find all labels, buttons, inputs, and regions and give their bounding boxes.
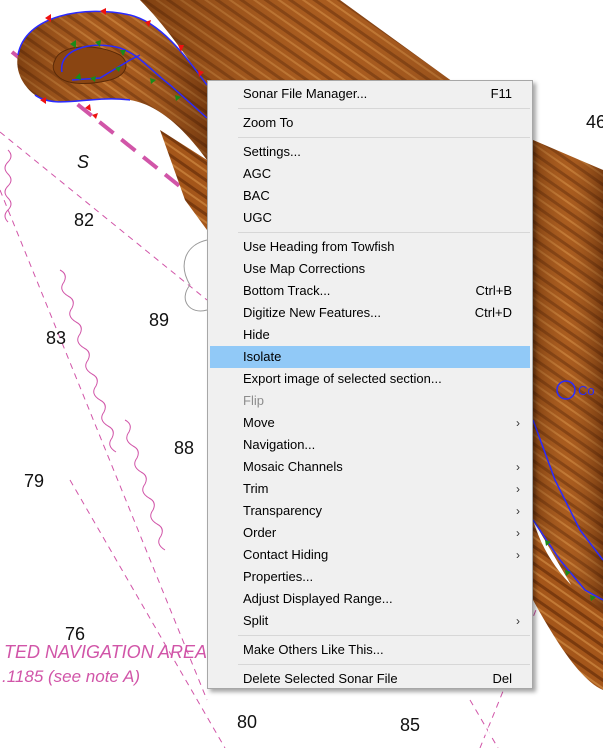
menu-item-label: Settings... [243,144,301,159]
menu-item-label: Trim [243,481,269,496]
restricted-area-note: .1185 (see note A) [2,667,140,686]
menu-item-label: Delete Selected Sonar File [243,671,398,686]
depth-label: 76 [65,624,85,644]
submenu-arrow-icon: › [516,614,520,628]
menu-item-contact-hiding[interactable]: Contact Hiding › [210,544,530,566]
depth-label: 82 [74,210,94,230]
menu-item-use-heading-from-towfish[interactable]: Use Heading from Towfish [210,236,530,258]
context-menu: Sonar File Manager... F11 Zoom To Setting… [207,80,533,689]
menu-item-label: Properties... [243,569,314,584]
menu-separator [238,108,530,109]
menu-item-split[interactable]: Split › [210,610,530,632]
seabed-letter: S [77,152,89,172]
menu-item-mosaic-channels[interactable]: Mosaic Channels › [210,456,530,478]
menu-item-digitize-new-features[interactable]: Digitize New Features... Ctrl+D [210,302,530,324]
menu-item-adjust-displayed-range[interactable]: Adjust Displayed Range... [210,588,530,610]
menu-item-shortcut: Ctrl+B [475,283,512,298]
menu-item-label: Move [243,415,275,430]
depth-label: 80 [237,712,257,732]
submenu-arrow-icon: › [516,482,520,496]
menu-item-label: Contact Hiding [243,547,329,562]
menu-item-label: Order [243,525,277,540]
menu-item-shortcut: Ctrl+D [474,305,512,320]
menu-item-label: Use Heading from Towfish [243,239,395,254]
menu-item-delete-selected-sonar-file[interactable]: Delete Selected Sonar File Del [210,668,530,690]
menu-item-label: Digitize New Features... [243,305,381,320]
menu-separator [238,137,530,138]
menu-item-agc[interactable]: AGC [210,163,530,185]
menu-item-use-map-corrections[interactable]: Use Map Corrections [210,258,530,280]
depth-contour [183,239,208,312]
submenu-arrow-icon: › [516,416,520,430]
menu-item-label: BAC [243,188,270,203]
menu-item-shortcut: F11 [490,86,512,101]
menu-item-label: Flip [243,393,264,408]
menu-item-zoom-to[interactable]: Zoom To [210,112,530,134]
menu-item-hide[interactable]: Hide [210,324,530,346]
depth-label: 89 [149,310,169,330]
menu-item-label: Use Map Corrections [243,261,366,276]
depth-label: 79 [24,471,44,491]
depth-label: 46 [586,112,603,132]
menu-item-properties[interactable]: Properties... [210,566,530,588]
restricted-area-label: TED NAVIGATION AREA [4,642,207,662]
menu-item-shortcut: Del [492,671,512,686]
menu-item-label: Zoom To [243,115,294,130]
menu-item-label: Transparency [243,503,322,518]
menu-item-navigation[interactable]: Navigation... [210,434,530,456]
depth-label: 88 [174,438,194,458]
submenu-arrow-icon: › [516,548,520,562]
menu-item-label: Make Others Like This... [243,642,384,657]
contact-label: Co [578,383,595,398]
menu-item-bac[interactable]: BAC [210,185,530,207]
menu-item-label: Adjust Displayed Range... [243,591,393,606]
submenu-arrow-icon: › [516,526,520,540]
menu-item-sonar-file-manager[interactable]: Sonar File Manager... F11 [210,83,530,105]
menu-separator [238,635,530,636]
menu-item-move[interactable]: Move › [210,412,530,434]
menu-separator [238,232,530,233]
menu-item-label: Mosaic Channels [243,459,343,474]
submenu-arrow-icon: › [516,460,520,474]
menu-item-bottom-track[interactable]: Bottom Track... Ctrl+B [210,280,530,302]
menu-item-label: Split [243,613,269,628]
menu-item-label: Hide [243,327,270,342]
submenu-arrow-icon: › [516,504,520,518]
menu-item-label: Export image of selected section... [243,371,442,386]
watermark: CSDN @m0_56183178 [418,722,566,738]
menu-item-isolate[interactable]: Isolate [210,346,530,368]
menu-item-label: Sonar File Manager... [243,86,368,101]
menu-item-settings[interactable]: Settings... [210,141,530,163]
menu-item-label: UGC [243,210,272,225]
menu-item-label: AGC [243,166,272,181]
menu-item-label: Navigation... [243,437,316,452]
menu-item-label: Isolate [243,349,282,364]
menu-item-order[interactable]: Order › [210,522,530,544]
menu-item-flip: Flip [210,390,530,412]
menu-item-label: Bottom Track... [243,283,331,298]
menu-item-transparency[interactable]: Transparency › [210,500,530,522]
menu-item-ugc[interactable]: UGC [210,207,530,229]
menu-item-make-others-like-this[interactable]: Make Others Like This... [210,639,530,661]
menu-item-export-image[interactable]: Export image of selected section... [210,368,530,390]
menu-separator [238,664,530,665]
menu-item-trim[interactable]: Trim › [210,478,530,500]
depth-label: 83 [46,328,66,348]
